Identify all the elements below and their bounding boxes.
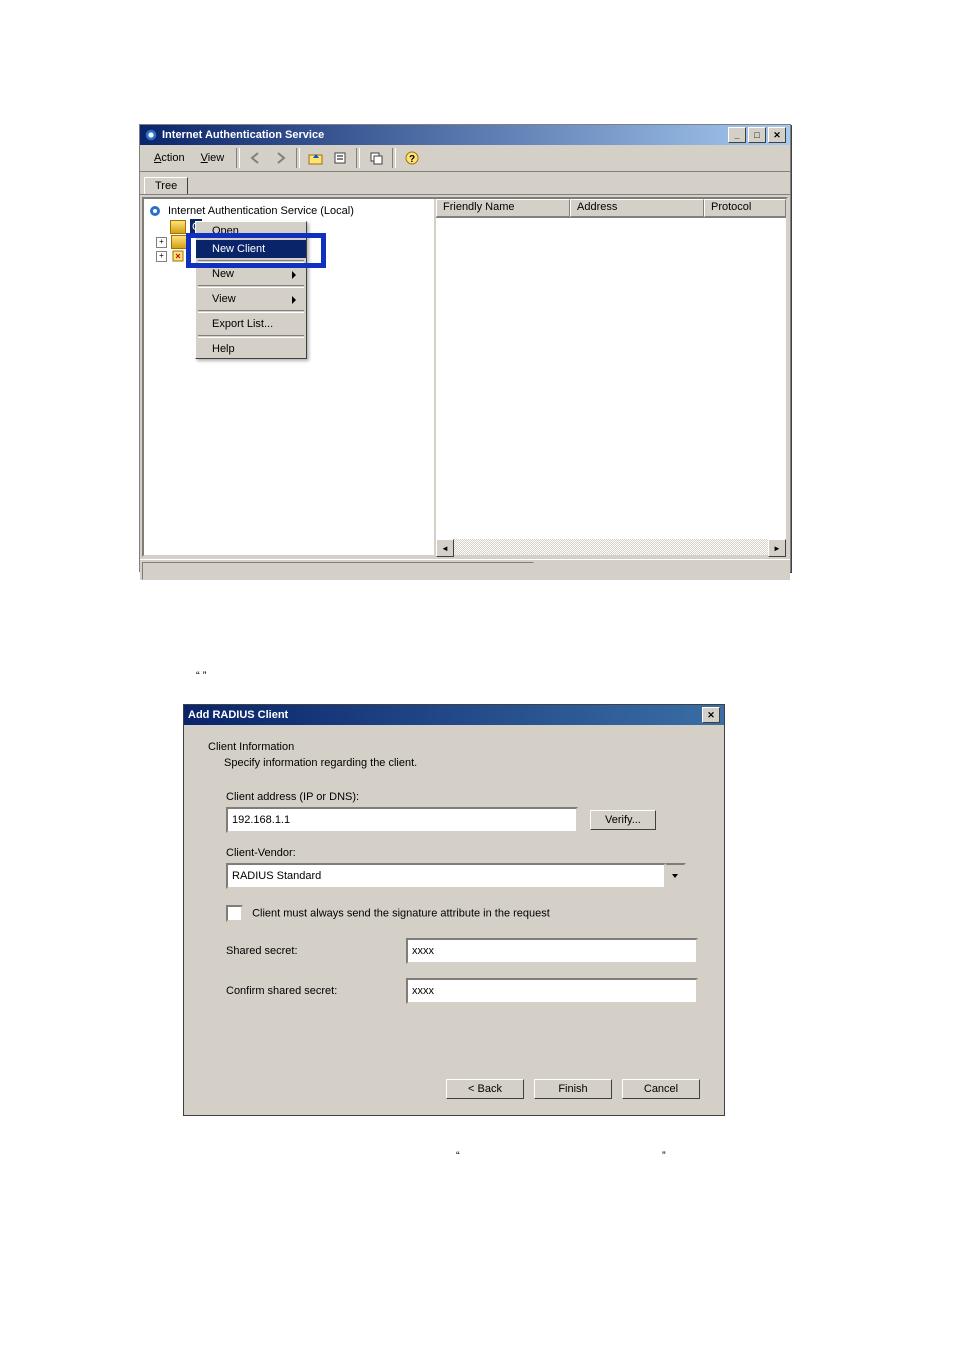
client-vendor-dropdown[interactable] (226, 863, 686, 889)
menu-view[interactable]: VViewiew (193, 150, 233, 166)
context-menu: Open New Client New View Export List... … (195, 221, 307, 359)
tab-tree[interactable]: Tree (144, 177, 188, 194)
dialog-subheading: Specify information regarding the client… (208, 757, 700, 769)
svg-text:?: ? (409, 154, 415, 165)
signature-checkbox[interactable] (226, 905, 243, 922)
status-bar (140, 559, 790, 580)
toolbar-separator (392, 148, 396, 168)
add-radius-client-dialog: Add RADIUS Client ✕ Client Information S… (183, 704, 725, 1116)
cm-help[interactable]: Help (196, 340, 306, 358)
caption-text: “ ” (196, 670, 206, 682)
policies-icon (171, 249, 187, 263)
list-pane: Friendly Name Address Protocol ◄ ► (434, 199, 786, 555)
dialog-title-bar: Add RADIUS Client ✕ (184, 705, 724, 725)
cm-separator (198, 260, 304, 263)
dialog-title: Add RADIUS Client (188, 709, 288, 721)
cm-separator (198, 310, 304, 313)
chevron-down-icon[interactable] (666, 863, 686, 889)
app-icon (144, 128, 158, 142)
shared-secret-input[interactable] (406, 938, 698, 964)
signature-checkbox-row[interactable]: Client must always send the signature at… (226, 905, 700, 922)
signature-checkbox-label: Client must always send the signature at… (252, 907, 550, 919)
menu-bar: AActionction VViewiew ? (140, 145, 790, 172)
client-address-input[interactable] (226, 807, 578, 833)
dialog-heading: Client Information (208, 741, 700, 753)
tree-root-label: Internet Authentication Service (Local) (168, 203, 354, 219)
client-vendor-label: Client-Vendor: (226, 847, 700, 859)
dialog-close-button[interactable]: ✕ (702, 707, 720, 723)
tab-row: Tree (140, 172, 790, 195)
confirm-secret-label: Confirm shared secret: (226, 985, 406, 997)
maximize-button[interactable]: □ (748, 127, 766, 143)
cm-new[interactable]: New (196, 265, 306, 283)
caption-quote-close: ” (662, 1150, 666, 1162)
close-button[interactable]: ✕ (768, 127, 786, 143)
cm-open[interactable]: Open (196, 222, 306, 240)
scroll-left-icon[interactable]: ◄ (436, 539, 454, 557)
folder-icon (171, 235, 187, 249)
toolbar-separator (236, 148, 240, 168)
cm-new-client[interactable]: New Client (196, 240, 306, 258)
help-icon[interactable]: ? (400, 146, 424, 170)
client-address-label: Client address (IP or DNS): (226, 791, 700, 803)
back-icon[interactable] (244, 146, 268, 170)
client-vendor-value[interactable] (226, 863, 666, 889)
back-button[interactable]: < Back (446, 1079, 524, 1099)
verify-button[interactable]: Verify... (590, 810, 656, 830)
properties-icon[interactable] (328, 146, 352, 170)
expand-icon[interactable]: + (156, 237, 167, 248)
forward-icon[interactable] (268, 146, 292, 170)
tree-root[interactable]: Internet Authentication Service (Local) (148, 203, 430, 219)
toolbar-separator (296, 148, 300, 168)
minimize-button[interactable]: _ (728, 127, 746, 143)
scroll-right-icon[interactable]: ► (768, 539, 786, 557)
col-protocol[interactable]: Protocol (704, 199, 786, 217)
up-folder-icon[interactable] (304, 146, 328, 170)
menu-action[interactable]: AActionction (146, 150, 193, 166)
col-friendly[interactable]: Friendly Name (436, 199, 570, 217)
copy-icon[interactable] (364, 146, 388, 170)
folder-icon (170, 220, 186, 234)
finish-button[interactable]: Finish (534, 1079, 612, 1099)
cancel-button[interactable]: Cancel (622, 1079, 700, 1099)
shared-secret-label: Shared secret: (226, 945, 406, 957)
scroll-track[interactable] (454, 539, 768, 555)
window-title: Internet Authentication Service (162, 129, 324, 141)
confirm-secret-input[interactable] (406, 978, 698, 1004)
col-address[interactable]: Address (570, 199, 704, 217)
cm-separator (198, 285, 304, 288)
cm-export[interactable]: Export List... (196, 315, 306, 333)
service-icon (148, 204, 164, 218)
cm-view[interactable]: View (196, 290, 306, 308)
cm-separator (198, 335, 304, 338)
expand-icon[interactable]: + (156, 251, 167, 262)
title-bar: Internet Authentication Service _ □ ✕ (140, 125, 790, 145)
horizontal-scrollbar[interactable]: ◄ ► (436, 539, 786, 555)
toolbar-separator (356, 148, 360, 168)
caption-quote-open: “ (456, 1150, 460, 1162)
